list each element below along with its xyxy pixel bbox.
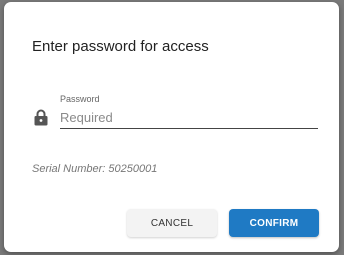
cancel-button[interactable]: CANCEL xyxy=(127,209,217,237)
password-dialog: Enter password for access Password Seria… xyxy=(4,2,339,252)
confirm-button[interactable]: CONFIRM xyxy=(229,209,319,237)
password-field: Password xyxy=(60,94,318,132)
password-input[interactable] xyxy=(60,106,318,129)
serial-number-text: Serial Number: 50250001 xyxy=(32,163,158,175)
lock-icon xyxy=(34,109,48,126)
password-label: Password xyxy=(60,94,100,104)
dialog-title: Enter password for access xyxy=(32,38,209,55)
